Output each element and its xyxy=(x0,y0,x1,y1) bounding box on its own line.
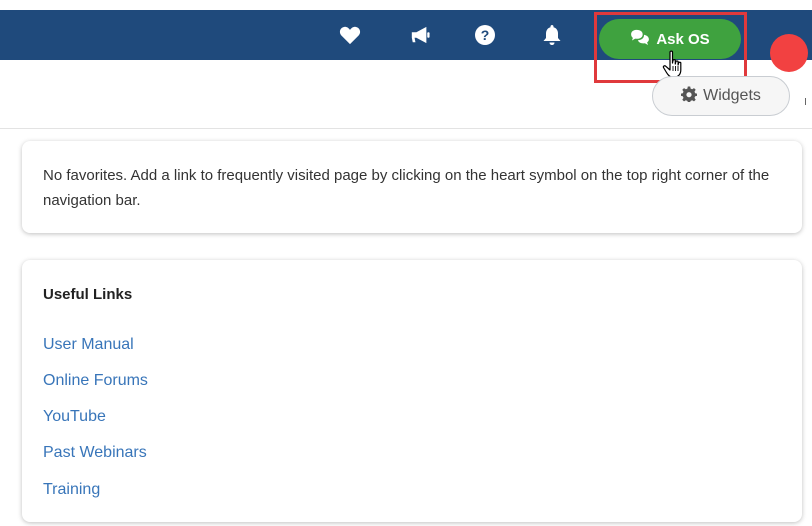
avatar[interactable] xyxy=(770,34,808,72)
chat-icon xyxy=(630,29,650,49)
link-youtube[interactable]: YouTube xyxy=(43,408,106,426)
useful-links-card: Useful Links User Manual Online Forums Y… xyxy=(22,260,802,522)
bell-icon[interactable] xyxy=(537,20,567,50)
gear-icon xyxy=(681,86,698,107)
link-online-forums[interactable]: Online Forums xyxy=(43,372,148,390)
link-past-webinars[interactable]: Past Webinars xyxy=(43,444,147,462)
help-icon[interactable]: ? xyxy=(470,20,500,50)
link-training[interactable]: Training xyxy=(43,481,100,499)
ask-os-button[interactable]: Ask OS xyxy=(599,19,741,59)
favorites-card: No favorites. Add a link to frequently v… xyxy=(22,141,802,233)
useful-links-title: Useful Links xyxy=(43,286,133,303)
scroll-tick xyxy=(805,98,806,105)
divider xyxy=(0,128,812,129)
widgets-label: Widgets xyxy=(703,87,761,104)
heart-icon[interactable] xyxy=(335,20,365,50)
favorites-empty-message: No favorites. Add a link to frequently v… xyxy=(43,167,770,209)
top-navigation-bar: ? Ask OS xyxy=(0,10,812,72)
link-user-manual[interactable]: User Manual xyxy=(43,336,134,354)
svg-text:?: ? xyxy=(481,27,490,43)
ask-os-label: Ask OS xyxy=(656,30,710,48)
widgets-button[interactable]: Widgets xyxy=(652,76,790,116)
megaphone-icon[interactable] xyxy=(405,20,435,50)
